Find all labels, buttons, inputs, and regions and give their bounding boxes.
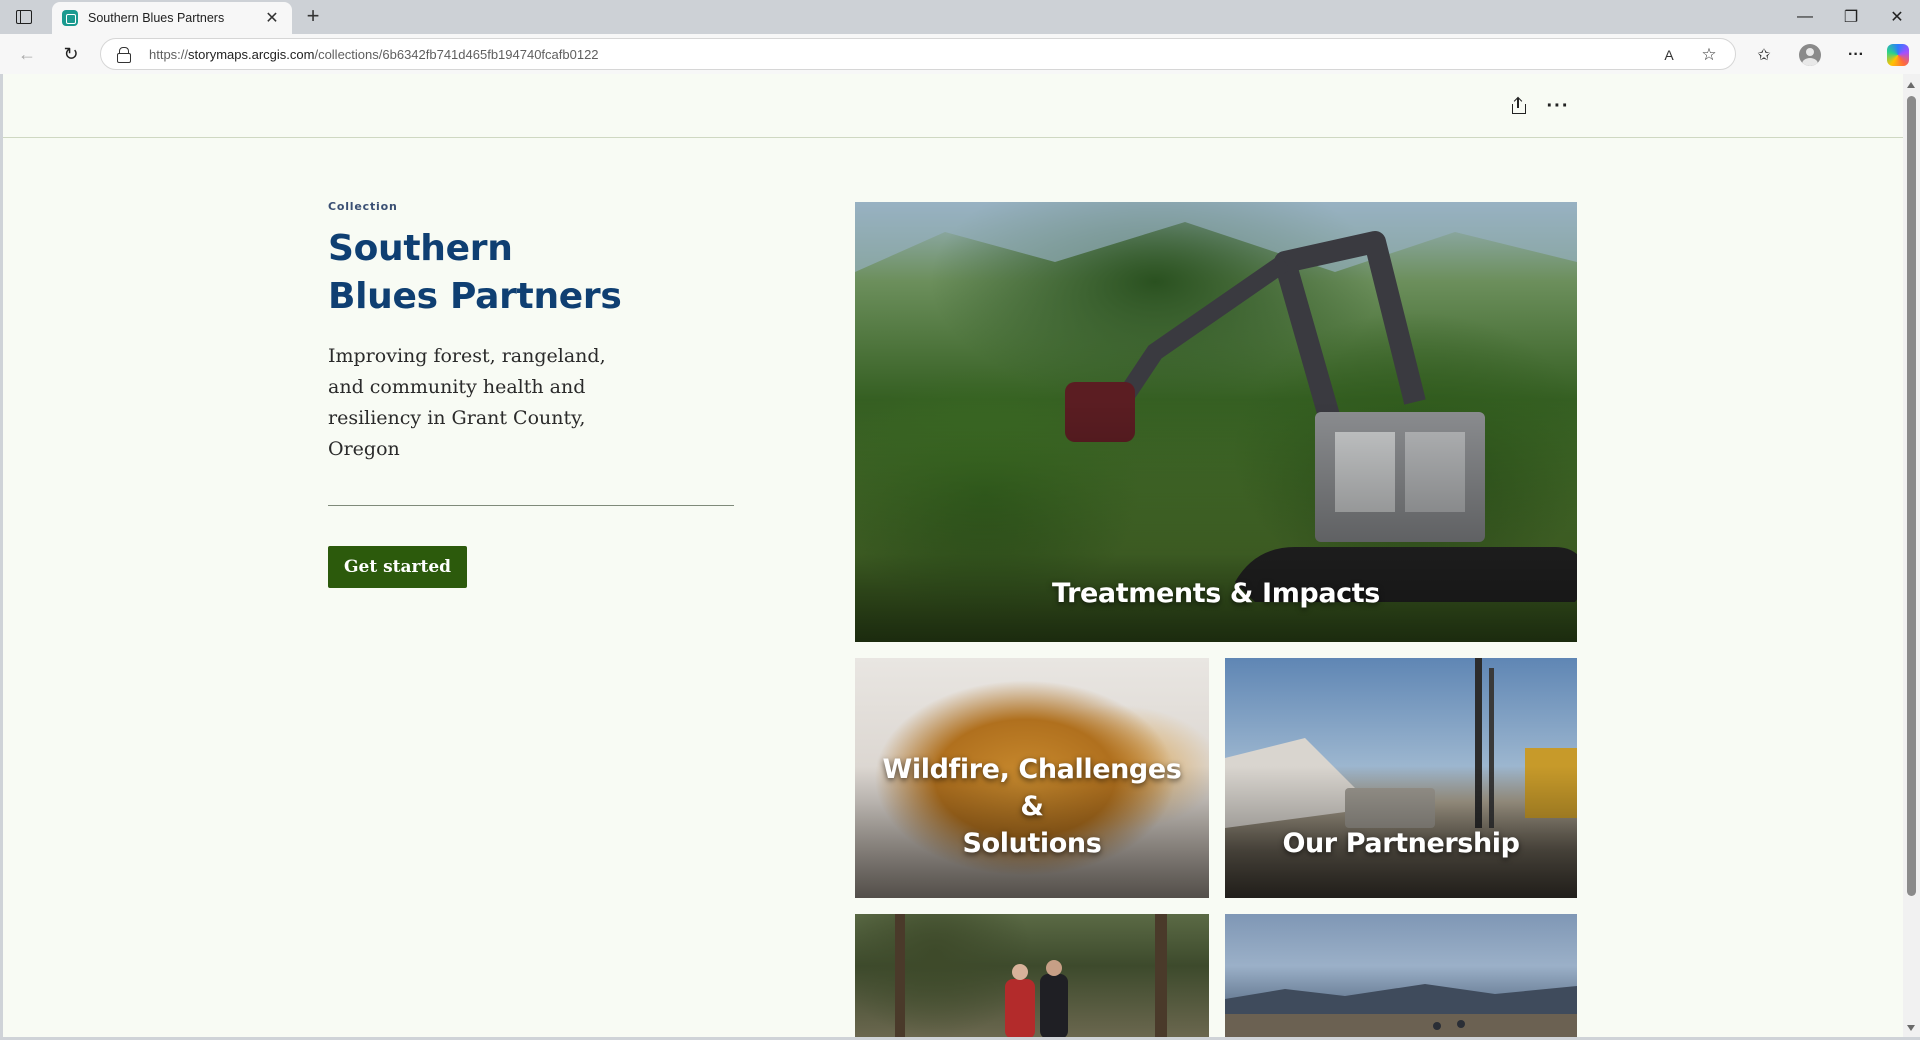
- story-header: ···: [3, 74, 1903, 138]
- card-people-in-forest[interactable]: [855, 914, 1209, 1037]
- forest-people-image: [855, 914, 1209, 1037]
- collection-intro: Collection Southern Blues Partners Impro…: [328, 200, 738, 588]
- new-tab-button[interactable]: +: [300, 4, 326, 30]
- card-our-partnership[interactable]: Our Partnership: [1225, 658, 1577, 898]
- card-title: Treatments & Impacts: [1052, 578, 1380, 609]
- reload-button[interactable]: ↻: [56, 40, 86, 68]
- scrollbar-thumb[interactable]: [1907, 96, 1916, 896]
- tab-title: Southern Blues Partners: [88, 11, 225, 25]
- summary-line-1: Improving forest, rangeland,: [328, 345, 606, 367]
- url-text[interactable]: https://storymaps.arcgis.com/collections…: [149, 47, 599, 62]
- browser-tab[interactable]: Southern Blues Partners ✕: [52, 2, 292, 34]
- read-aloud-icon[interactable]: A: [1657, 44, 1681, 66]
- window-close-button[interactable]: ✕: [1874, 0, 1920, 34]
- tab-close-icon[interactable]: ✕: [262, 8, 282, 28]
- profile-button[interactable]: [1796, 42, 1824, 68]
- more-icon: ···: [1546, 95, 1570, 117]
- address-bar[interactable]: https://storymaps.arcgis.com/collections…: [100, 38, 1736, 70]
- collection-eyebrow: Collection: [328, 200, 398, 213]
- page-scrollbar[interactable]: [1903, 74, 1920, 1037]
- back-button[interactable]: ←: [12, 40, 42, 68]
- page-title: Southern Blues Partners: [328, 225, 738, 321]
- restore-button[interactable]: ❐: [1828, 0, 1874, 34]
- summary-line-2: and community health and: [328, 376, 586, 398]
- card-wildfire-challenges-solutions[interactable]: Wildfire, Challenges & Solutions: [855, 658, 1209, 898]
- title-line-2: Blues Partners: [328, 276, 622, 317]
- copilot-icon: [1887, 44, 1909, 66]
- card-landscape-sky[interactable]: [1225, 914, 1577, 1037]
- landscape-illustration: [1225, 984, 1577, 1037]
- page-viewport: ··· Collection Southern Blues Partners I…: [3, 74, 1903, 1037]
- title-line-1: Southern: [328, 228, 513, 269]
- card-title: Our Partnership: [1282, 828, 1520, 859]
- share-icon: [1512, 96, 1526, 114]
- forest-people-illustration: [895, 914, 1167, 1037]
- card-treatments-impacts[interactable]: Treatments & Impacts: [855, 202, 1577, 642]
- avatar: [1799, 44, 1821, 66]
- copilot-button[interactable]: [1884, 42, 1912, 68]
- landscape-image: [1225, 914, 1577, 1037]
- browser-toolbar: ← ↻ https://storymaps.arcgis.com/collect…: [0, 34, 1920, 74]
- more-options-button[interactable]: ···: [1542, 90, 1574, 122]
- site-info-lock-icon[interactable]: [117, 47, 131, 63]
- collection-summary: Improving forest, rangeland, and communi…: [328, 341, 658, 465]
- share-button[interactable]: [1502, 90, 1534, 122]
- divider: [328, 505, 734, 506]
- card-title: Wildfire, Challenges & Solutions: [875, 751, 1189, 862]
- get-started-button[interactable]: Get started: [328, 546, 468, 588]
- add-favorite-icon[interactable]: ☆: [1697, 44, 1721, 66]
- scroll-down-arrow-icon[interactable]: [1907, 1025, 1915, 1031]
- settings-more-icon[interactable]: ···: [1842, 42, 1870, 68]
- scroll-up-arrow-icon[interactable]: [1907, 82, 1915, 88]
- favorites-icon[interactable]: ✩: [1750, 42, 1778, 68]
- tab-actions-icon[interactable]: [10, 5, 38, 29]
- minimize-button[interactable]: —: [1782, 0, 1828, 34]
- card-title-line-2: Solutions: [962, 828, 1102, 859]
- browser-tab-bar: Southern Blues Partners ✕ + — ❐ ✕: [0, 0, 1920, 34]
- storymaps-favicon-icon: [62, 10, 78, 26]
- card-title-line-1: Wildfire, Challenges &: [882, 754, 1182, 822]
- summary-line-3: resiliency in Grant County, Oregon: [328, 407, 586, 460]
